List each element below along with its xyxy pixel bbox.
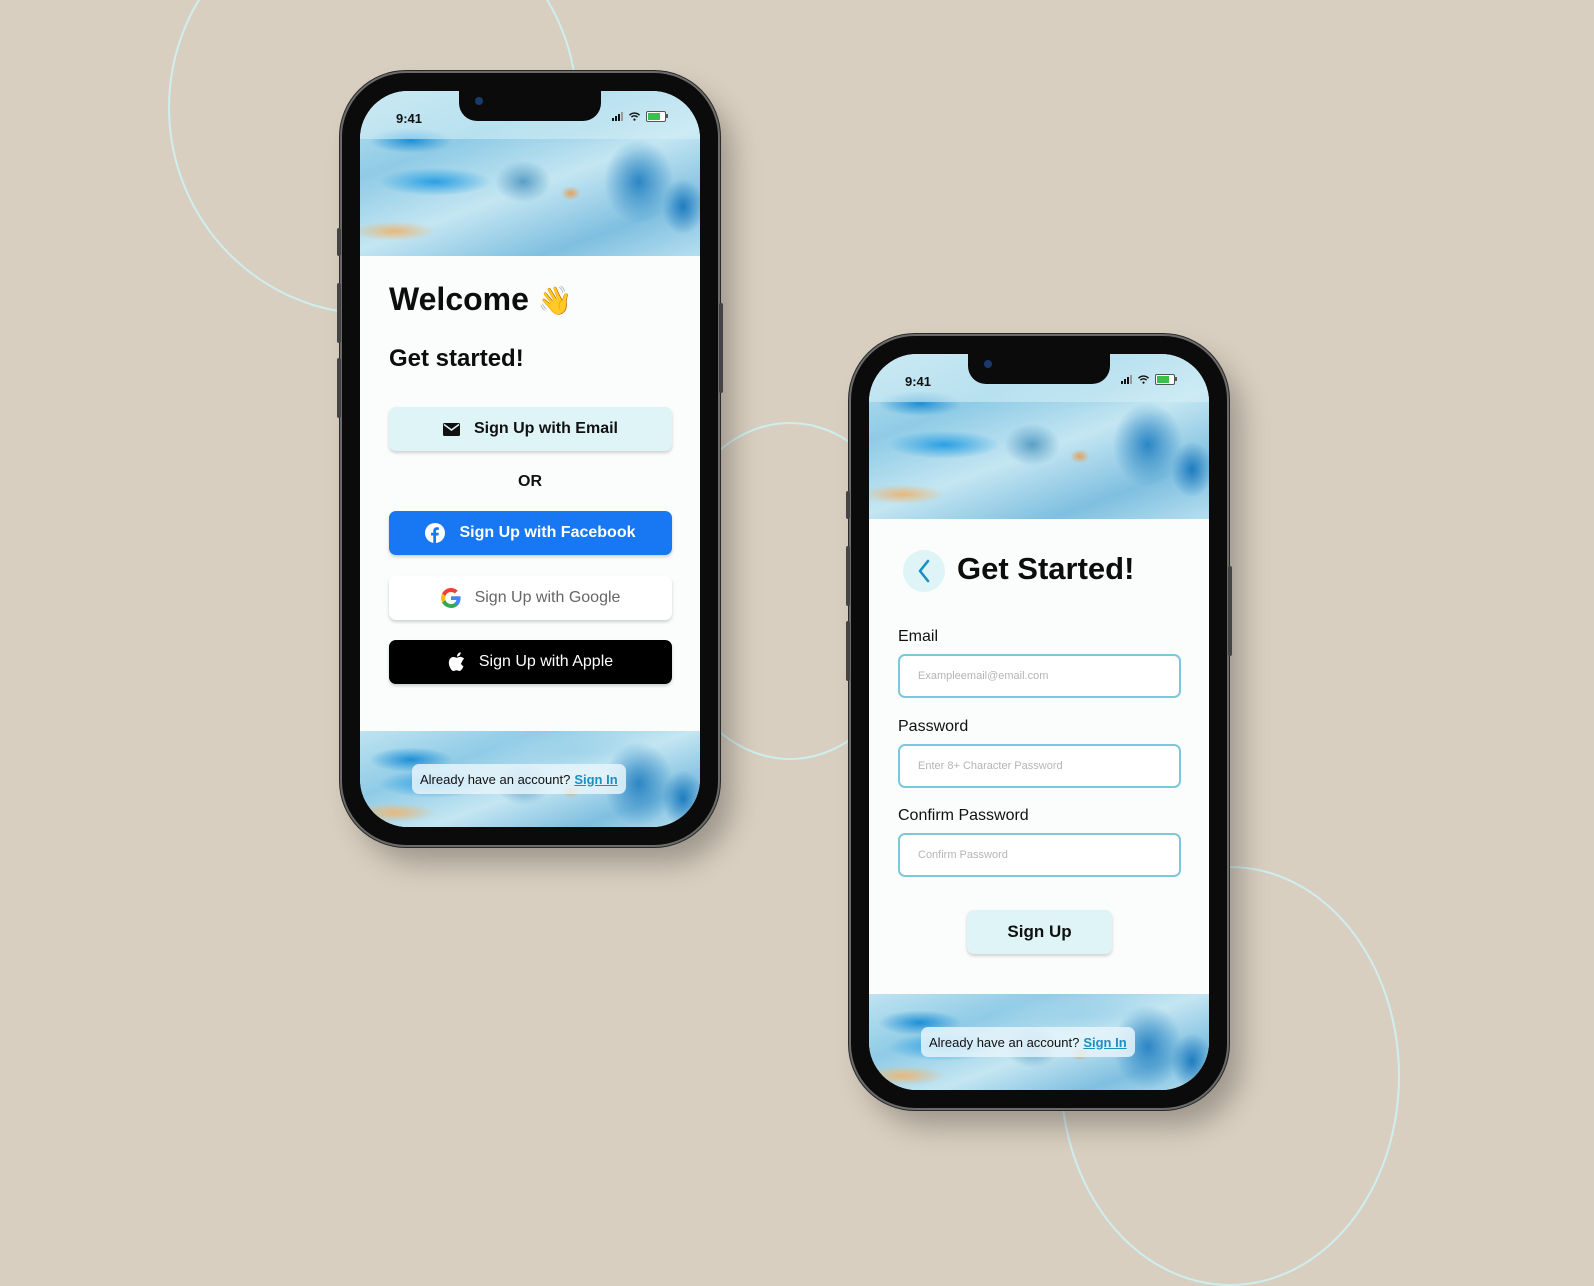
get-started-title: Get Started! (957, 551, 1135, 586)
side-button (846, 546, 850, 606)
apple-icon (448, 652, 465, 672)
sign-in-prompt: Already have an account? Sign In (921, 1027, 1135, 1057)
password-input[interactable] (898, 744, 1181, 788)
welcome-title: Welcome 👋 (389, 281, 573, 318)
side-button (1228, 566, 1232, 656)
google-icon (440, 588, 461, 608)
side-button (846, 491, 850, 519)
phone-signup: 9:41 Get Started! Email Password Confirm… (846, 336, 1232, 1108)
camera (475, 97, 483, 105)
facebook-icon (425, 523, 446, 543)
or-separator: OR (518, 473, 542, 490)
email-label: Email (898, 628, 939, 645)
wifi-icon (1138, 375, 1149, 384)
signal-icon (612, 112, 623, 121)
screen: 9:41 Get Started! Email Password Confirm… (869, 354, 1209, 1090)
battery-icon (646, 111, 668, 122)
status-icons (1121, 374, 1177, 385)
back-button[interactable] (903, 550, 945, 592)
wave-icon: 👋 (537, 285, 573, 316)
phone-welcome: 9:41 Welcome 👋 Get started! Sign Up with… (337, 73, 723, 845)
confirm-password-label: Confirm Password (898, 807, 1029, 824)
sign-up-email-label: Sign Up with Email (473, 420, 618, 437)
sign-in-prompt-text: Already have an account? (420, 771, 571, 787)
password-label: Password (898, 718, 969, 735)
sign-in-link[interactable]: Sign In (574, 772, 617, 787)
sign-up-google-button[interactable]: Sign Up with Google (389, 576, 672, 620)
email-input[interactable] (898, 654, 1181, 698)
chevron-left-icon (918, 559, 930, 583)
side-button (337, 283, 341, 343)
side-button (337, 358, 341, 418)
confirm-password-input[interactable] (898, 833, 1181, 877)
sign-in-prompt: Already have an account? Sign In (412, 764, 626, 794)
battery-icon (1155, 374, 1177, 385)
get-started-subtitle: Get started! (389, 345, 524, 372)
welcome-title-text: Welcome (389, 281, 529, 317)
camera (984, 360, 992, 368)
sign-up-apple-label: Sign Up with Apple (478, 653, 614, 670)
signal-icon (1121, 375, 1132, 384)
side-button (337, 228, 341, 256)
notch (968, 354, 1110, 384)
status-time: 9:41 (905, 374, 932, 389)
sign-up-facebook-label: Sign Up with Facebook (459, 524, 636, 541)
side-button (846, 621, 850, 681)
sign-in-prompt-text: Already have an account? (929, 1034, 1080, 1050)
status-time: 9:41 (396, 111, 423, 126)
sign-up-apple-button[interactable]: Sign Up with Apple (389, 640, 672, 684)
screen: 9:41 Welcome 👋 Get started! Sign Up with… (360, 91, 700, 827)
sign-up-email-button[interactable]: Sign Up with Email (389, 407, 672, 451)
side-button (719, 303, 723, 393)
sign-up-facebook-button[interactable]: Sign Up with Facebook (389, 511, 672, 555)
sign-up-button-label: Sign Up (1007, 922, 1072, 941)
sign-up-button[interactable]: Sign Up (967, 910, 1112, 954)
status-icons (612, 111, 668, 122)
wifi-icon (629, 112, 640, 121)
notch (459, 91, 601, 121)
sign-up-google-label: Sign Up with Google (474, 589, 621, 606)
sign-in-link[interactable]: Sign In (1083, 1035, 1126, 1050)
mail-icon (442, 422, 460, 436)
